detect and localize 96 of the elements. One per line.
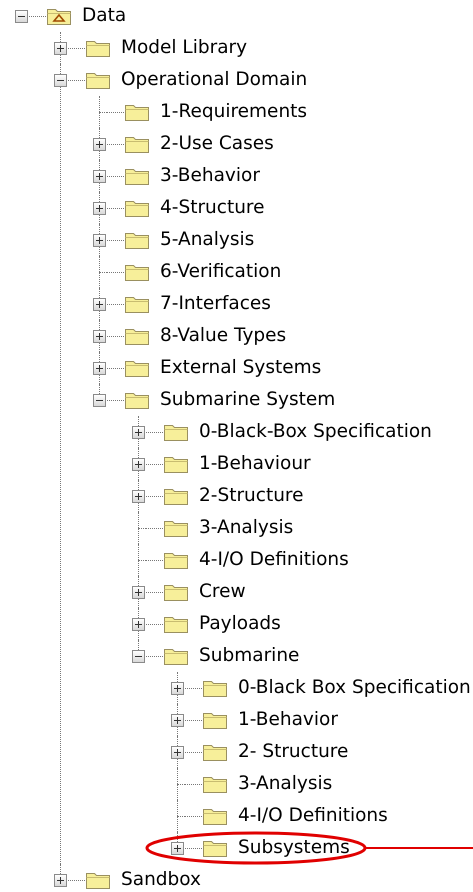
tree-item-label[interactable]: 0-Black Box Specification (238, 677, 471, 699)
folder-icon (202, 742, 228, 762)
tree-item-label[interactable]: 2-Use Cases (160, 133, 274, 155)
folder-icon (124, 390, 150, 410)
tree-item-label[interactable]: Subsystems (238, 837, 350, 859)
folder-icon (163, 582, 189, 602)
folder-icon (163, 422, 189, 442)
expand-button[interactable] (93, 138, 106, 150)
folder-icon (85, 38, 111, 58)
tree-item-label[interactable]: 3-Analysis (199, 517, 294, 539)
folder-icon (85, 870, 111, 890)
tree-item-label[interactable]: Sandbox (121, 869, 201, 891)
tree-item-label[interactable]: Submarine (199, 645, 300, 667)
tree-item-label[interactable]: Data (82, 5, 126, 27)
expand-button[interactable] (132, 458, 145, 470)
folder-icon (85, 70, 111, 90)
tree-item-label[interactable]: 5-Analysis (160, 229, 254, 251)
tree-item-label[interactable]: External Systems (160, 357, 322, 379)
folder-icon (124, 134, 150, 154)
folder-icon (124, 198, 150, 218)
tree-item-label[interactable]: Payloads (199, 613, 281, 635)
folder-icon (124, 358, 150, 378)
plus-icon (95, 172, 104, 180)
folder-icon (202, 678, 228, 698)
tree-item-label[interactable]: Model Library (121, 37, 248, 59)
tree-item-label[interactable]: 4-Structure (160, 197, 265, 219)
folder-icon (163, 518, 189, 538)
tree-item-label[interactable]: 6-Verification (160, 261, 282, 283)
folder-icon (124, 102, 150, 122)
collapse-button[interactable] (132, 650, 145, 662)
plus-icon (95, 364, 104, 372)
plus-icon (134, 620, 143, 628)
plus-icon (134, 492, 143, 500)
plus-icon (95, 300, 104, 308)
plus-icon (173, 748, 182, 756)
plus-icon (173, 684, 182, 692)
plus-icon (173, 716, 182, 724)
collapse-button[interactable] (15, 10, 28, 22)
expand-button[interactable] (171, 746, 184, 758)
tree-item-label[interactable]: 3-Analysis (238, 773, 332, 795)
tree-item-label[interactable]: 1-Requirements (160, 101, 308, 123)
expand-button[interactable] (132, 426, 145, 438)
collapse-button[interactable] (93, 394, 106, 406)
package-folder-icon (46, 6, 72, 26)
expand-button[interactable] (132, 618, 145, 630)
plus-icon (56, 876, 65, 884)
expand-button[interactable] (132, 490, 145, 502)
plus-icon (95, 236, 104, 244)
plus-icon (173, 844, 182, 852)
folder-icon (163, 614, 189, 634)
plus-icon (134, 460, 143, 468)
expand-button[interactable] (93, 298, 106, 310)
folder-icon (202, 838, 228, 858)
folder-icon (202, 774, 228, 794)
tree-item-label[interactable]: 2-Structure (199, 485, 304, 507)
tree-item-label[interactable]: 2- Structure (238, 741, 348, 763)
tree-item-label[interactable]: Submarine System (160, 389, 336, 411)
expand-button[interactable] (93, 234, 106, 246)
expand-button[interactable] (93, 202, 106, 214)
expand-button[interactable] (171, 842, 184, 854)
folder-icon (124, 326, 150, 346)
plus-icon (95, 204, 104, 212)
tree-item-label[interactable]: 1-Behaviour (199, 453, 311, 475)
plus-icon (95, 140, 104, 148)
expand-button[interactable] (93, 170, 106, 182)
expand-button[interactable] (54, 42, 67, 54)
tree-item-label[interactable]: 8-Value Types (160, 325, 286, 347)
plus-icon (95, 332, 104, 340)
tree-item-label[interactable]: 4-I/O Definitions (238, 805, 388, 827)
tree-item-label[interactable]: 4-I/O Definitions (199, 549, 349, 571)
folder-icon (202, 806, 228, 826)
plus-icon (134, 428, 143, 436)
plus-icon (56, 44, 65, 52)
tree-item-label[interactable]: 3-Behavior (160, 165, 260, 187)
expand-button[interactable] (93, 362, 106, 374)
folder-icon (124, 262, 150, 282)
folder-icon (163, 486, 189, 506)
tree-item-label[interactable]: 7-Interfaces (160, 293, 271, 315)
tree-item-label[interactable]: Crew (199, 581, 246, 603)
expand-button[interactable] (171, 682, 184, 694)
folder-icon (124, 166, 150, 186)
expand-button[interactable] (132, 586, 145, 598)
expand-button[interactable] (54, 874, 67, 886)
folder-icon (163, 454, 189, 474)
folder-icon (202, 710, 228, 730)
expand-button[interactable] (93, 330, 106, 342)
folder-icon (124, 230, 150, 250)
collapse-button[interactable] (54, 74, 67, 86)
tree-item-label[interactable]: 1-Behavior (238, 709, 338, 731)
expand-button[interactable] (171, 714, 184, 726)
tree-item-label[interactable]: 0-Black-Box Specification (199, 421, 432, 443)
tree-item-label[interactable]: Operational Domain (121, 69, 308, 91)
folder-icon (124, 294, 150, 314)
plus-icon (134, 588, 143, 596)
folder-icon (163, 550, 189, 570)
folder-icon (163, 646, 189, 666)
